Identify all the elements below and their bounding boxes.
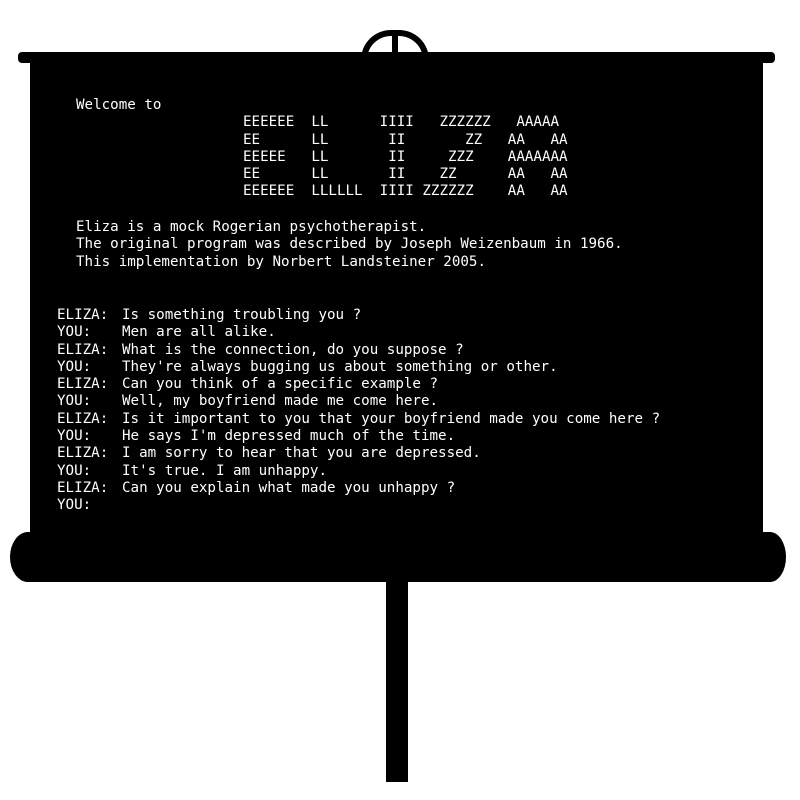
message-text: Can you think of a specific example ?	[122, 376, 439, 393]
message-text: They're always bugging us about somethin…	[122, 358, 558, 375]
transcript-line: YOU: Men are all alike.	[57, 324, 660, 341]
speaker-label: YOU:	[57, 462, 92, 479]
speaker-label: ELIZA:	[57, 307, 109, 323]
speaker-label: ELIZA:	[57, 376, 109, 393]
message-text: Is it important to you that your boyfrie…	[122, 410, 661, 427]
transcript-line: YOU: They're always bugging us about some…	[57, 359, 660, 376]
message-text: Can you explain what made you unhappy ?	[122, 479, 456, 496]
message-text: He says I'm depressed much of the time.	[122, 428, 456, 445]
welcome-text: Welcome to	[76, 97, 162, 113]
eliza-logo-line: EEEEEE LLLLLL IIII ZZZZZZ AA AA	[243, 183, 568, 200]
speaker-label: YOU:	[57, 393, 92, 410]
transcript-line: ELIZA: I am sorry to hear that you are de…	[57, 445, 660, 462]
message-text: It's true. I am unhappy.	[122, 462, 327, 479]
roller-cap-left	[10, 532, 46, 582]
eliza-logo-line: EE LL II ZZ AA AA	[243, 166, 568, 183]
about-line: The original program was described by Jo…	[76, 236, 623, 253]
speaker-label: ELIZA:	[57, 410, 109, 427]
message-text: I am sorry to hear that you are depresse…	[122, 445, 481, 462]
about-line: Eliza is a mock Rogerian psychotherapist…	[76, 219, 427, 235]
transcript-line: YOU: It's true. I am unhappy.	[57, 463, 660, 480]
eliza-logo-line: EEEEEE LL IIII ZZZZZZ AAAAA	[243, 114, 560, 131]
transcript-line: ELIZA: Is something troubling you ?	[57, 307, 660, 324]
transcript-line: YOU: Well, my boyfriend made me come here…	[57, 393, 660, 410]
speaker-label: ELIZA:	[57, 479, 109, 496]
about-line: This implementation by Norbert Landstein…	[76, 253, 486, 270]
speaker-label: ELIZA:	[57, 341, 109, 358]
eliza-logo-line: EEEEE LL II ZZZ AAAAAAA	[243, 148, 568, 165]
screen-bottom-roller	[18, 532, 778, 582]
message-text: Is something troubling you ?	[122, 307, 362, 323]
message-text: Men are all alike.	[122, 324, 276, 341]
message-text: Well, my boyfriend made me come here.	[122, 393, 439, 410]
transcript-line: ELIZA: Can you explain what made you unha…	[57, 480, 660, 497]
roller-cap-right	[754, 532, 786, 582]
eliza-logo-line: EE LL II ZZ AA AA	[243, 131, 568, 148]
about-text: Eliza is a mock Rogerian psychotherapist…	[76, 219, 623, 271]
input-prompt-line[interactable]: YOU:	[57, 497, 660, 514]
prompt-label: YOU:	[57, 497, 92, 514]
screen-stand-pole	[386, 580, 408, 782]
speaker-label: YOU:	[57, 324, 92, 341]
speaker-label: YOU:	[57, 428, 92, 445]
transcript-line: YOU: He says I'm depressed much of the ti…	[57, 428, 660, 445]
welcome-banner: Welcome to EEEEEE LL IIII ZZZZZZ AAAAA EE …	[76, 97, 568, 201]
speaker-label: YOU:	[57, 358, 92, 375]
message-text: What is the connection, do you suppose ?	[122, 341, 464, 358]
transcript-line: ELIZA: Is it important to you that your b…	[57, 411, 660, 428]
transcript-line: ELIZA: What is the connection, do you sup…	[57, 342, 660, 359]
speaker-label: ELIZA:	[57, 445, 109, 462]
transcript-line: ELIZA: Can you think of a specific exampl…	[57, 376, 660, 393]
conversation-transcript: ELIZA: Is something troubling you ? YOU: Me…	[57, 307, 660, 515]
